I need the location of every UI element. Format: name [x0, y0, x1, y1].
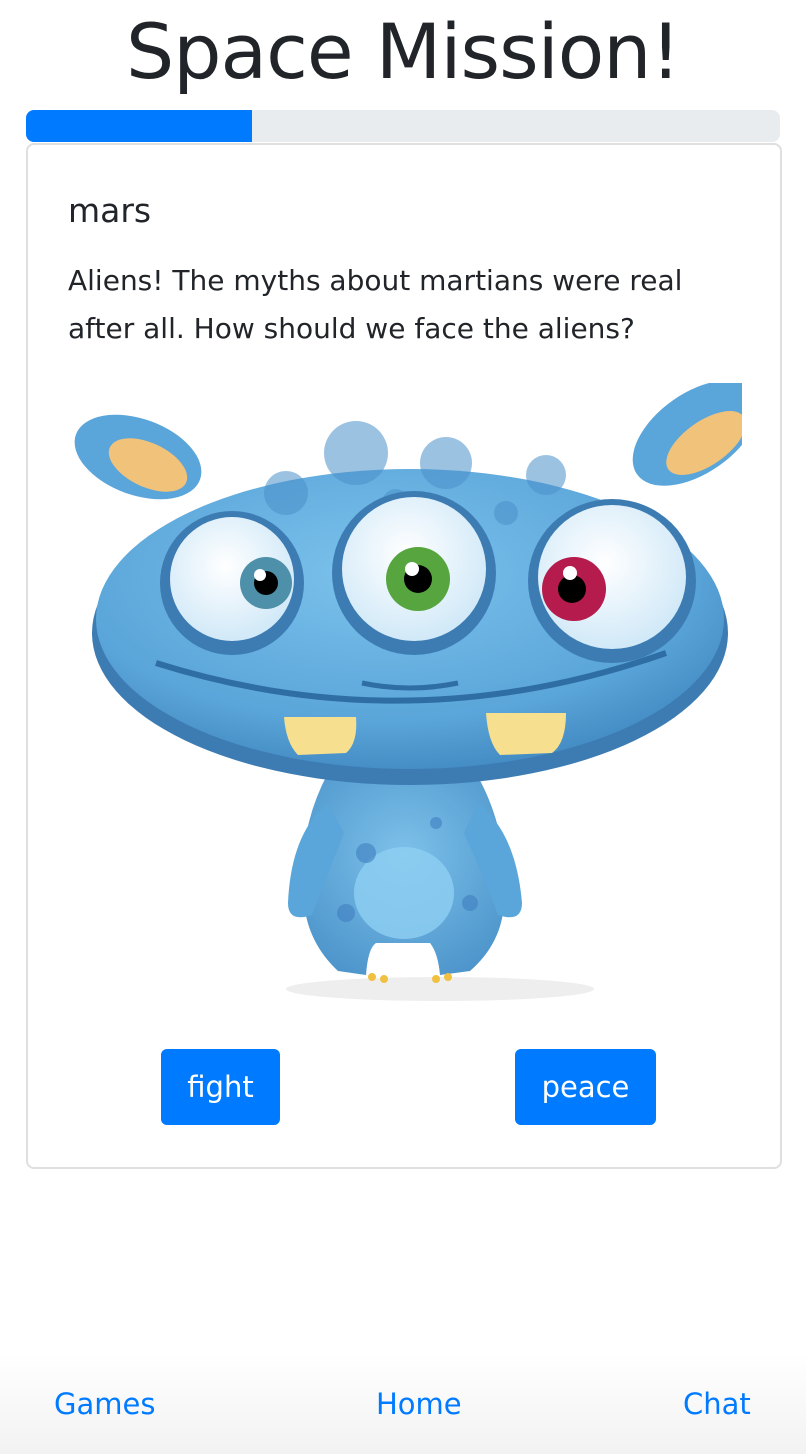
right-ear-icon	[632, 383, 742, 486]
question-card: mars Aliens! The myths about martians we…	[26, 143, 782, 1169]
nav-link-games[interactable]: Games	[54, 1386, 155, 1422]
alien-monster-image	[74, 383, 742, 1001]
left-eye-icon	[160, 511, 304, 655]
alien-body-icon	[288, 773, 522, 975]
mission-progress-bar	[26, 110, 780, 142]
nav-link-chat[interactable]: Chat	[683, 1386, 751, 1422]
peace-button[interactable]: peace	[515, 1049, 656, 1125]
page-title: Space Mission!	[126, 7, 681, 96]
card-title: mars	[68, 191, 152, 230]
left-ear-icon	[74, 414, 202, 500]
right-eye-icon	[528, 499, 696, 663]
fight-button[interactable]: fight	[161, 1049, 280, 1125]
bottom-navigation: Games Home Chat	[0, 1354, 806, 1454]
progress-bar-fill	[26, 110, 253, 142]
nav-link-home[interactable]: Home	[376, 1386, 462, 1422]
card-text: Aliens! The myths about martians were re…	[68, 264, 683, 345]
page: Space Mission! mars Aliens! The myths ab…	[0, 0, 806, 1454]
middle-eye-icon	[332, 491, 496, 655]
